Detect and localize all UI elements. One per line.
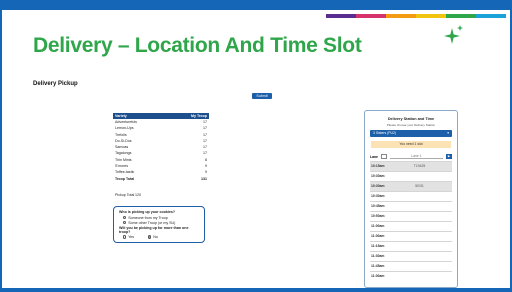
slot-time: 10:50am	[371, 214, 385, 218]
slot-time: 11:45am	[371, 264, 385, 268]
pickup-total-label: Pickup Total	[115, 193, 135, 197]
color-stripe	[386, 14, 416, 18]
radio-icon[interactable]	[123, 235, 127, 239]
slot-content	[387, 272, 452, 281]
section-heading: Delivery Pickup	[33, 81, 78, 87]
question-who-picks-up: Who is picking up your cookies?	[119, 210, 176, 214]
slot-content	[387, 232, 452, 241]
prev-lane-button[interactable]	[380, 154, 387, 159]
slot-time: 10:30am	[371, 194, 385, 198]
delivery-station-panel: Delivery Station and Time Please choose …	[364, 110, 458, 288]
cookie-table: Variety My Troop Adventurefuls 17 Lemon-Up…	[113, 113, 209, 182]
total-label: Troop Total	[115, 176, 135, 181]
radio-selected-icon[interactable]	[123, 215, 127, 220]
time-slot[interactable]: 10:30am	[370, 171, 452, 181]
slot-time: 10:45am	[371, 204, 385, 208]
time-slot[interactable]: 11:30am	[370, 251, 452, 261]
time-slot[interactable]: 11:00am	[370, 231, 452, 241]
question-multiple-troops: Will you be picking up for more than one…	[119, 225, 189, 234]
station-value: 3 Sisters (PU2)	[373, 131, 396, 135]
lane-label: Lane	[370, 154, 378, 159]
time-slot-list: 10:15am T19425 10:30am 10:30am 50/31 10:30am 1…	[370, 161, 452, 281]
pickup-total: Pickup Total 120	[115, 193, 141, 197]
slot-time: 11:30am	[371, 254, 385, 258]
total-value: 131	[201, 176, 207, 181]
option-label: Someone from my Troop	[128, 215, 168, 220]
slot-content	[387, 262, 452, 271]
slot-time: 11:15am	[371, 244, 385, 248]
time-slot[interactable]: 10:15am T19425	[370, 161, 452, 171]
time-slot[interactable]: 10:30am 50/31	[370, 181, 452, 191]
slide-title: Delivery – Location And Time Slot	[33, 34, 362, 57]
time-slot[interactable]: 10:45am	[370, 201, 452, 211]
slot-content	[387, 192, 452, 201]
slot-content: T19425	[413, 164, 426, 168]
lane-navigator: Lane Lane 1 ▶	[370, 154, 452, 159]
slot-content	[387, 172, 452, 181]
time-slot[interactable]: 10:50am	[370, 211, 452, 221]
time-slot[interactable]: 11:45am	[370, 261, 452, 271]
panel-title: Delivery Station and Time	[387, 117, 435, 121]
option-no[interactable]: No	[148, 235, 158, 239]
slot-time: 11:00am	[371, 234, 385, 238]
sparkle-icon	[444, 25, 463, 44]
radio-selected-icon[interactable]	[148, 235, 152, 239]
option-my-troop[interactable]: Someone from my Troop	[123, 216, 199, 220]
time-slot[interactable]: 11:00am	[370, 271, 452, 281]
slot-content	[387, 242, 452, 251]
color-stripe	[446, 14, 476, 18]
yes-no-options: Yes No	[123, 235, 199, 239]
slot-content	[387, 222, 452, 231]
lane-name: Lane 1	[389, 154, 443, 159]
color-stripe	[326, 14, 356, 18]
radio-icon[interactable]	[123, 220, 127, 225]
time-slot[interactable]: 11:15am	[370, 241, 452, 251]
slot-warning: You need 1 slot	[371, 141, 451, 148]
time-slot[interactable]: 11:00am	[370, 221, 452, 231]
pickup-total-value: 120	[135, 193, 141, 197]
slot-content	[387, 212, 452, 221]
slot-content: 50/31	[415, 184, 424, 188]
color-stripe	[476, 14, 506, 18]
submit-button[interactable]: Submit	[252, 93, 272, 99]
pickup-questions-box: Who is picking up your cookies? Someone …	[113, 206, 205, 243]
slot-content	[387, 252, 452, 261]
slot-time: 11:00am	[371, 224, 385, 228]
time-slot[interactable]: 10:30am	[370, 191, 452, 201]
station-select[interactable]: 3 Sisters (PU2) ▾	[370, 130, 452, 137]
option-label: Yes	[128, 235, 135, 239]
slot-time: 10:15am	[371, 164, 385, 168]
color-stripe	[356, 14, 386, 18]
color-stripes	[326, 14, 506, 18]
table-total-row: Troop Total 131	[113, 176, 209, 182]
option-yes[interactable]: Yes	[123, 235, 134, 239]
color-stripe	[416, 14, 446, 18]
chevron-down-icon: ▾	[447, 131, 449, 135]
option-other-troop[interactable]: Some other Troop (or my SU)	[123, 221, 199, 225]
option-label: No	[153, 235, 158, 239]
slot-time: 10:30am	[371, 184, 385, 188]
next-lane-button[interactable]: ▶	[446, 154, 452, 159]
panel-subtitle: Please choose your Delivery Station	[386, 123, 436, 127]
slot-content	[387, 202, 452, 211]
slot-time: 11:00am	[371, 274, 385, 278]
option-label: Some other Troop (or my SU)	[128, 220, 176, 225]
slot-time: 10:30am	[371, 174, 385, 178]
